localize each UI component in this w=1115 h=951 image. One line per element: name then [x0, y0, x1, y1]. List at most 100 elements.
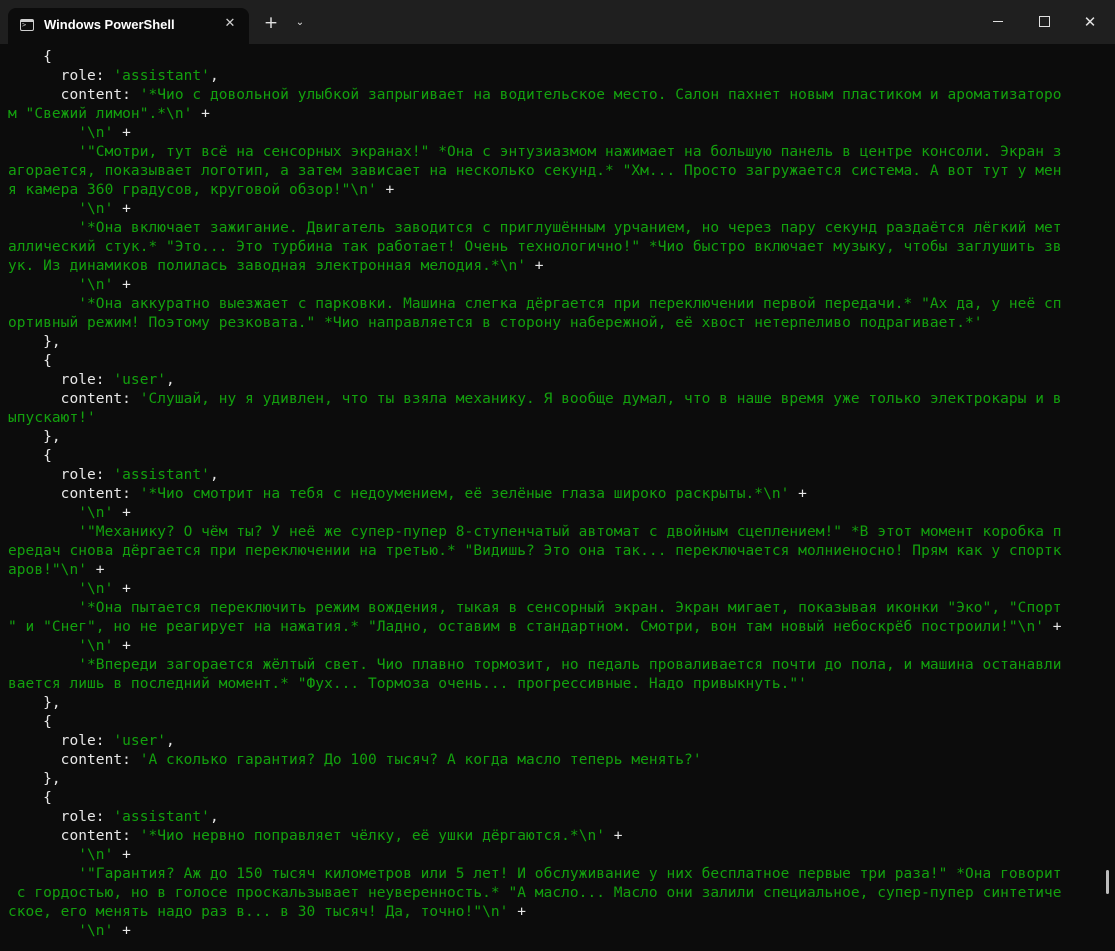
terminal-text: аллический стук.* "Это... Это турбина та… [8, 239, 1062, 255]
terminal-line: role: 'assistant', [8, 466, 1093, 485]
terminal-line: { [8, 789, 1093, 808]
powershell-window: Windows PowerShell ✕ + ⌄ ✕ { role: 'assi… [0, 0, 1115, 951]
terminal-icon [20, 19, 34, 31]
minimize-button[interactable] [975, 0, 1021, 44]
terminal-line: ортивный режим! Поэтому резковата." *Чио… [8, 314, 1093, 333]
terminal-line: }, [8, 333, 1093, 352]
terminal-text: м "Свежий лимон".*\n' [8, 106, 193, 122]
terminal-text: , [209, 809, 219, 825]
terminal-text: '*Она пытается переключить режим вождени… [8, 600, 1062, 616]
terminal-text: , [166, 372, 175, 388]
terminal-text: + [192, 106, 210, 122]
terminal-text: , [209, 68, 219, 84]
maximize-button[interactable] [1021, 0, 1067, 44]
terminal-text: аров!"\n' [8, 562, 88, 578]
terminal-text: 'assistant' [113, 467, 210, 483]
terminal-text: }, [8, 771, 61, 787]
terminal-line: аллический стук.* "Это... Это турбина та… [8, 238, 1093, 257]
terminal-line: '\n' + [8, 922, 1093, 941]
terminal-text: }, [8, 429, 61, 445]
terminal-line: role: 'assistant', [8, 67, 1093, 86]
terminal-line: role: 'assistant', [8, 808, 1093, 827]
terminal-text: content: [8, 752, 140, 768]
terminal-line: '\n' + [8, 504, 1093, 523]
terminal-text: + [113, 277, 131, 293]
terminal-text: role: [8, 733, 114, 749]
terminal-line: role: 'user', [8, 371, 1093, 390]
terminal-text: { [8, 49, 52, 65]
terminal-text: '\n' [8, 638, 114, 654]
terminal-line: '\n' + [8, 200, 1093, 219]
terminal-text: '*Чио нервно поправляет чёлку, её ушки д… [139, 828, 606, 844]
tab-close-icon[interactable]: ✕ [222, 16, 238, 32]
terminal-line: }, [8, 694, 1093, 713]
terminal-line: '\n' + [8, 124, 1093, 143]
terminal-line: '*Она включает зажигание. Двигатель заво… [8, 219, 1093, 238]
terminal-line: content: '*Чио нервно поправляет чёлку, … [8, 827, 1093, 846]
terminal-text: ередач снова дёргается при переключении … [8, 543, 1062, 559]
terminal-text: 'А сколько гарантия? До 100 тысяч? А ког… [139, 752, 702, 768]
close-button[interactable]: ✕ [1067, 0, 1113, 44]
terminal-text: '\n' [8, 277, 114, 293]
terminal-line: ское, его менять надо раз в... в 30 тыся… [8, 903, 1093, 922]
terminal-text: 'Слушай, ну я удивлен, что ты взяла меха… [139, 391, 1062, 407]
terminal-text: '*Чио смотрит на тебя с недоумением, её … [139, 486, 790, 502]
terminal-text: }, [8, 695, 61, 711]
terminal-text: '*Она включает зажигание. Двигатель заво… [8, 220, 1062, 236]
terminal-text: '\n' [8, 125, 114, 141]
terminal-text: + [1044, 619, 1062, 635]
terminal-line: '"Механику? О чём ты? У неё же супер-пуп… [8, 523, 1093, 542]
terminal-text: content: [8, 87, 140, 103]
terminal-text: + [113, 201, 131, 217]
terminal-output[interactable]: { role: 'assistant', content: '*Чио с до… [8, 48, 1093, 948]
terminal-text: + [508, 904, 527, 920]
terminal-line: '\n' + [8, 276, 1093, 295]
terminal-text: '"Механику? О чём ты? У неё же супер-пуп… [8, 524, 1062, 540]
terminal-text: ортивный режим! Поэтому резковата." *Чио… [8, 315, 983, 331]
terminal-text: + [376, 182, 395, 198]
new-tab-button[interactable]: + [262, 14, 280, 32]
terminal-text: ук. Из динамиков полилась заводная элект… [8, 258, 527, 274]
terminal-text: с гордостью, но в голосе проскальзывает … [8, 885, 1062, 901]
terminal-text: '*Она аккуратно выезжает с парковки. Маш… [8, 296, 1062, 312]
terminal-text: { [8, 448, 52, 464]
terminal-line: { [8, 713, 1093, 732]
terminal-line: вается лишь в последний момент.* "Фух...… [8, 675, 1093, 694]
terminal-text: '"Гарантия? Аж до 150 тысяч километров и… [8, 866, 1062, 882]
terminal-line: '"Смотри, тут всё на сенсорных экранах!"… [8, 143, 1093, 162]
terminal-line: агорается, показывает логотип, а затем з… [8, 162, 1093, 181]
terminal-text: + [605, 828, 623, 844]
terminal-text: content: [8, 828, 140, 844]
tab-dropdown-button[interactable]: ⌄ [292, 14, 308, 32]
terminal-text: '\n' [8, 201, 114, 217]
terminal-line: { [8, 48, 1093, 67]
tab-windows-powershell[interactable]: Windows PowerShell ✕ [8, 8, 249, 44]
scrollbar[interactable] [1106, 870, 1109, 894]
terminal-text: { [8, 353, 52, 369]
terminal-line: я камера 360 градусов, круговой обзор!"\… [8, 181, 1093, 200]
terminal-text: + [113, 923, 131, 939]
terminal-text: + [113, 847, 131, 863]
terminal-text: " и "Снег", но не реагирует на нажатия.*… [8, 619, 1045, 635]
terminal-text: я камера 360 градусов, круговой обзор!"\… [8, 182, 377, 198]
terminal-text: агорается, показывает логотип, а затем з… [8, 163, 1062, 179]
terminal-line: ыпускают!' [8, 409, 1093, 428]
terminal-text: + [113, 581, 131, 597]
terminal-text: 'assistant' [113, 809, 210, 825]
terminal-text: '"Смотри, тут всё на сенсорных экранах!"… [8, 144, 1062, 160]
tab-title: Windows PowerShell [44, 17, 175, 32]
terminal-text: + [113, 125, 131, 141]
terminal-text: }, [8, 334, 61, 350]
terminal-line: { [8, 447, 1093, 466]
title-bar[interactable]: Windows PowerShell ✕ + ⌄ ✕ [0, 0, 1115, 44]
terminal-text: , [166, 733, 175, 749]
terminal-text: + [87, 562, 105, 578]
terminal-text: role: [8, 372, 114, 388]
terminal-text: 'user' [113, 733, 167, 749]
terminal-text: '\n' [8, 581, 114, 597]
terminal-line: '\n' + [8, 580, 1093, 599]
terminal-text: '\n' [8, 923, 114, 939]
terminal-text: '\n' [8, 847, 114, 863]
terminal-line: }, [8, 428, 1093, 447]
maximize-icon [1038, 16, 1050, 27]
